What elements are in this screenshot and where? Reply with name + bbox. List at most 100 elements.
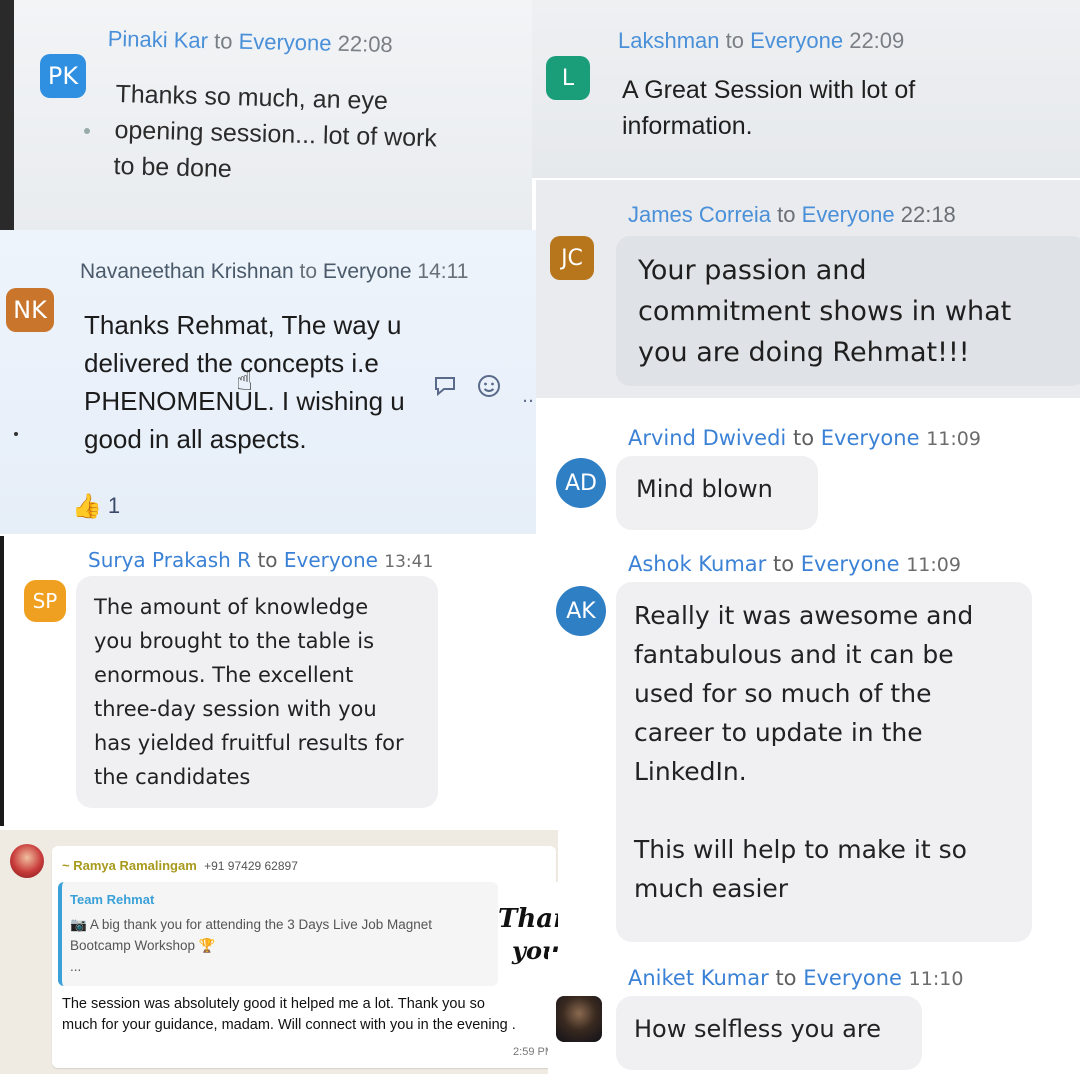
message-line bbox=[634, 791, 973, 830]
sender-name[interactable]: James Correia bbox=[628, 202, 771, 227]
quote-author: Team Rehmat bbox=[70, 892, 155, 907]
timestamp: 11:09 bbox=[926, 428, 981, 450]
audience-label: Everyone bbox=[238, 28, 332, 56]
sender-line: Surya Prakash R to Everyone 13:41 bbox=[88, 548, 433, 572]
sender-name[interactable]: Lakshman bbox=[618, 28, 720, 53]
avatar: JC bbox=[550, 236, 594, 280]
message-line: you brought to the table is bbox=[94, 629, 375, 653]
message-line: fantabulous and it can be bbox=[634, 640, 954, 669]
sender-line: Arvind Dwivedi to Everyone 11:09 bbox=[628, 426, 981, 450]
message-line: Really it was awesome and bbox=[634, 601, 974, 630]
avatar-initials: SP bbox=[32, 589, 58, 613]
quoted-message[interactable]: Team Rehmat 📷 A big thank you for attend… bbox=[58, 882, 498, 986]
message-line: The amount of knowledge bbox=[94, 595, 369, 619]
message-line: used for so much of the bbox=[634, 679, 932, 708]
message-line: the candidates bbox=[94, 765, 251, 789]
thumbs-up-icon: 👍 bbox=[72, 492, 102, 520]
sender-name[interactable]: ~ Ramya Ramalingam bbox=[62, 858, 197, 873]
message-line: much for your guidance, madam. Will conn… bbox=[62, 1017, 516, 1033]
to-label: to bbox=[777, 202, 796, 227]
message-panel-james: JC James Correia to Everyone 22:18 Your … bbox=[536, 180, 1080, 398]
screen-bezel bbox=[0, 0, 14, 230]
message-line: The session was absolutely good it helpe… bbox=[62, 996, 485, 1012]
timestamp: 14:11 bbox=[417, 260, 469, 283]
sender-line: Navaneethan Krishnan to Everyone 14:11 bbox=[80, 260, 468, 284]
message-text: The session was absolutely good it helpe… bbox=[62, 994, 516, 1036]
audience-label: Everyone bbox=[800, 552, 900, 576]
sender-line: Ashok Kumar to Everyone 11:09 bbox=[628, 552, 961, 576]
sender-line: ~ Ramya Ramalingam +91 97429 62897 bbox=[62, 858, 298, 873]
quote-line: Bootcamp Workshop 🏆 bbox=[70, 938, 216, 953]
avatar: AD bbox=[556, 458, 606, 508]
message-line: has yielded fruitful results for bbox=[94, 731, 404, 755]
sender-name[interactable]: Arvind Dwivedi bbox=[628, 426, 786, 450]
to-label: to bbox=[792, 426, 815, 450]
to-label: to bbox=[213, 28, 233, 54]
sender-name[interactable]: Ashok Kumar bbox=[628, 552, 766, 576]
message-panel-navaneethan: NK Navaneethan Krishnan to Everyone 14:1… bbox=[0, 230, 536, 534]
message-panel-pinaki: PK Pinaki Kar to Everyone 22:08 Thanks s… bbox=[0, 0, 532, 230]
reply-icon[interactable] bbox=[432, 372, 458, 398]
message-text: Really it was awesome and fantabulous an… bbox=[634, 596, 973, 908]
message-line: This will help to make it so bbox=[634, 835, 967, 864]
sender-line: Pinaki Kar to Everyone 22:08 bbox=[107, 26, 392, 58]
reaction-like[interactable]: 👍 1 bbox=[72, 492, 120, 520]
message-line: Thanks Rehmat, The way u bbox=[84, 310, 402, 340]
sender-line: Lakshman to Everyone 22:09 bbox=[618, 28, 904, 54]
message-text: Your passion and commitment shows in wha… bbox=[638, 250, 1011, 373]
more-options-icon[interactable]: … bbox=[522, 386, 536, 407]
thumb-text: Than bbox=[498, 904, 558, 934]
sender-name[interactable]: Aniket Kumar bbox=[628, 966, 769, 990]
sender-line: Aniket Kumar to Everyone 11:10 bbox=[628, 966, 963, 990]
message-text: Thanks so much, an eye opening session..… bbox=[113, 76, 438, 192]
sender-phone: +91 97429 62897 bbox=[204, 859, 298, 873]
avatar bbox=[10, 844, 44, 878]
dot-marker bbox=[14, 432, 18, 436]
avatar-initials: AD bbox=[565, 470, 597, 496]
hand-cursor-icon: ☝ bbox=[236, 364, 254, 397]
timestamp: 22:18 bbox=[900, 202, 956, 227]
audience-label: Everyone bbox=[283, 548, 378, 572]
message-line: career to update in the bbox=[634, 718, 923, 747]
message-panel-arvind: AD Arvind Dwivedi to Everyone 11:09 Mind… bbox=[548, 404, 1080, 536]
quote-text: 📷 A big thank you for attending the 3 Da… bbox=[70, 914, 432, 977]
to-label: to bbox=[772, 552, 795, 576]
message-text: How selfless you are bbox=[634, 1011, 881, 1047]
camera-icon: 📷 bbox=[70, 917, 90, 932]
message-line: Mind blown bbox=[636, 475, 773, 503]
edge-line bbox=[0, 536, 4, 826]
to-label: to bbox=[775, 966, 797, 990]
to-label: to bbox=[257, 548, 278, 572]
message-text: Mind blown bbox=[636, 471, 773, 507]
quote-line: A big thank you for attending the 3 Days… bbox=[89, 917, 433, 932]
audience-label: Everyone bbox=[750, 28, 844, 53]
sender-name[interactable]: Pinaki Kar bbox=[107, 26, 208, 53]
bullet-dot bbox=[84, 128, 90, 134]
sender-name[interactable]: Surya Prakash R bbox=[88, 548, 251, 572]
message-panel-surya: SP Surya Prakash R to Everyone 13:41 The… bbox=[0, 536, 548, 826]
avatar-initials: JC bbox=[561, 245, 583, 271]
avatar-initials: PK bbox=[47, 62, 79, 90]
avatar bbox=[556, 996, 602, 1042]
reaction-count: 1 bbox=[107, 493, 121, 518]
message-line: much easier bbox=[634, 874, 789, 903]
timestamp: 22:09 bbox=[849, 28, 905, 53]
message-text: The amount of knowledge you brought to t… bbox=[94, 590, 404, 794]
avatar: L bbox=[546, 56, 590, 100]
to-label: to bbox=[299, 260, 318, 283]
message-line: enormous. The excellent bbox=[94, 663, 354, 687]
emoji-icon[interactable] bbox=[476, 372, 504, 400]
sender-name[interactable]: Navaneethan Krishnan bbox=[80, 260, 294, 283]
message-line: A Great Session with lot of bbox=[622, 76, 916, 104]
avatar-initials: L bbox=[561, 65, 575, 91]
message-line: three-day session with you bbox=[94, 697, 377, 721]
message-text: A Great Session with lot of information. bbox=[622, 72, 915, 144]
avatar-initials: AK bbox=[566, 598, 596, 624]
audience-label: Everyone bbox=[820, 426, 920, 450]
to-label: to bbox=[725, 28, 744, 53]
audience-label: Everyone bbox=[322, 260, 412, 283]
message-line: Your passion and bbox=[638, 255, 867, 286]
timestamp: 13:41 bbox=[384, 552, 434, 572]
message-panel-ramya: ~ Ramya Ramalingam +91 97429 62897 Team … bbox=[0, 830, 558, 1074]
avatar-initials: NK bbox=[13, 296, 47, 324]
